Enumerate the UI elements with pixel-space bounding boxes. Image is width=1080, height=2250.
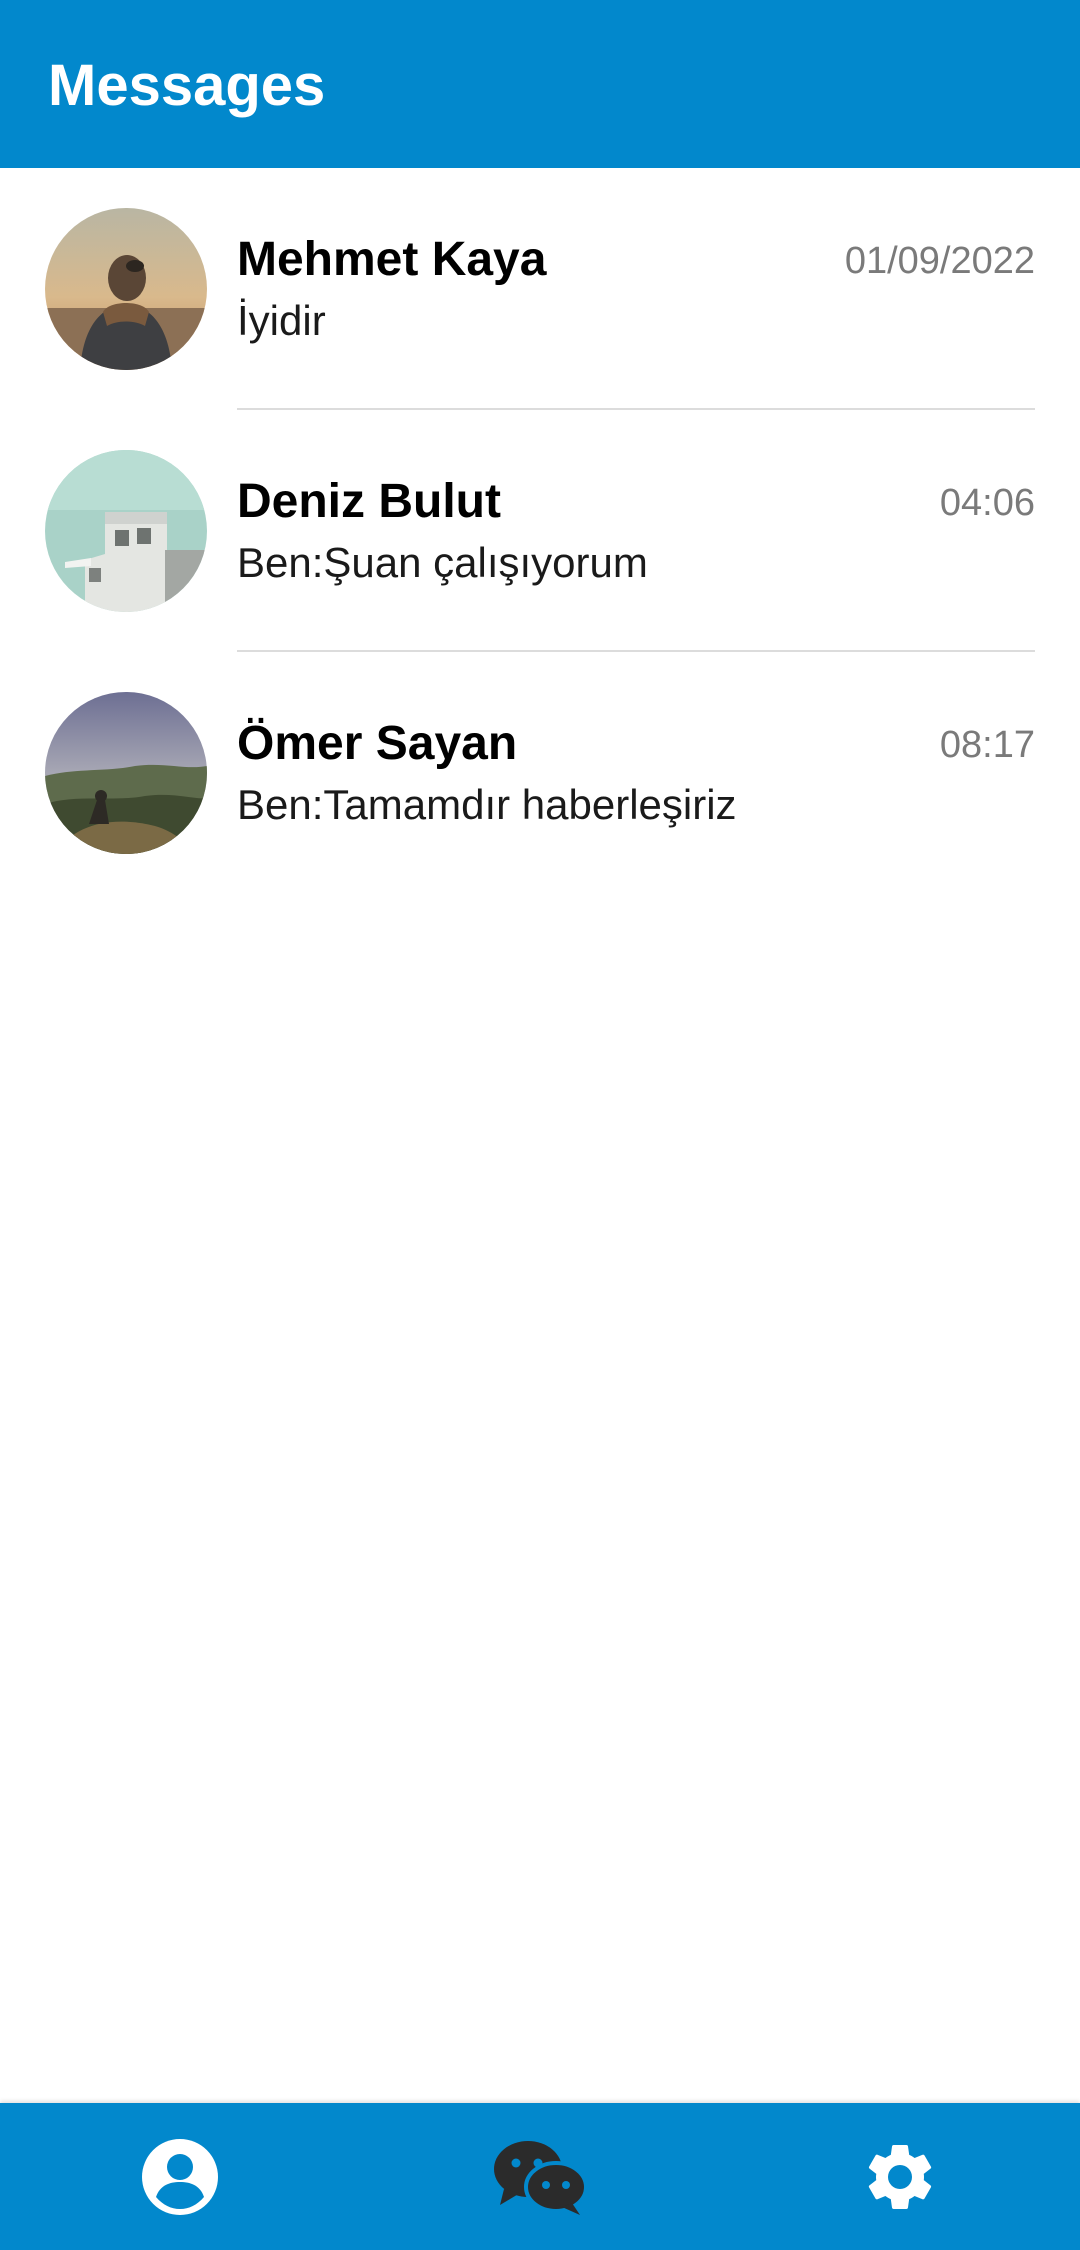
last-message-preview: Ben:Şuan çalışıyorum: [237, 539, 648, 586]
app-bar: Messages: [0, 0, 1080, 168]
chat-list: Mehmet Kaya 01/09/2022 İyidir Deniz Bulu…: [0, 168, 1080, 894]
chat-timestamp: 04:06: [939, 482, 1035, 524]
page-title: Messages: [48, 53, 326, 118]
chat-list-item[interactable]: Mehmet Kaya 01/09/2022 İyidir: [0, 168, 1080, 410]
nav-chats-button[interactable]: [440, 2103, 640, 2250]
gear-icon: [868, 2144, 932, 2209]
avatar[interactable]: [45, 450, 207, 612]
bottom-navigation: [0, 2103, 1080, 2250]
last-message-preview: Ben:Tamamdır haberleşiriz: [237, 781, 737, 828]
nav-profile-button[interactable]: [80, 2103, 280, 2250]
chat-list-item[interactable]: Ömer Sayan 08:17 Ben:Tamamdır haberleşir…: [0, 652, 1080, 894]
contact-name: Ömer Sayan: [237, 717, 518, 770]
chat-timestamp: 01/09/2022: [844, 240, 1035, 282]
chat-list-item[interactable]: Deniz Bulut 04:06 Ben:Şuan çalışıyorum: [0, 410, 1080, 652]
chat-timestamp: 08:17: [939, 724, 1035, 766]
avatar[interactable]: [45, 208, 207, 370]
contact-name: Deniz Bulut: [237, 475, 501, 528]
contact-name: Mehmet Kaya: [237, 233, 547, 286]
nav-settings-button[interactable]: [800, 2103, 1000, 2250]
avatar[interactable]: [45, 692, 207, 854]
chat-bubbles-icon: [494, 2140, 586, 2215]
last-message-preview: İyidir: [237, 297, 326, 344]
account-circle-icon: [142, 2138, 218, 2215]
